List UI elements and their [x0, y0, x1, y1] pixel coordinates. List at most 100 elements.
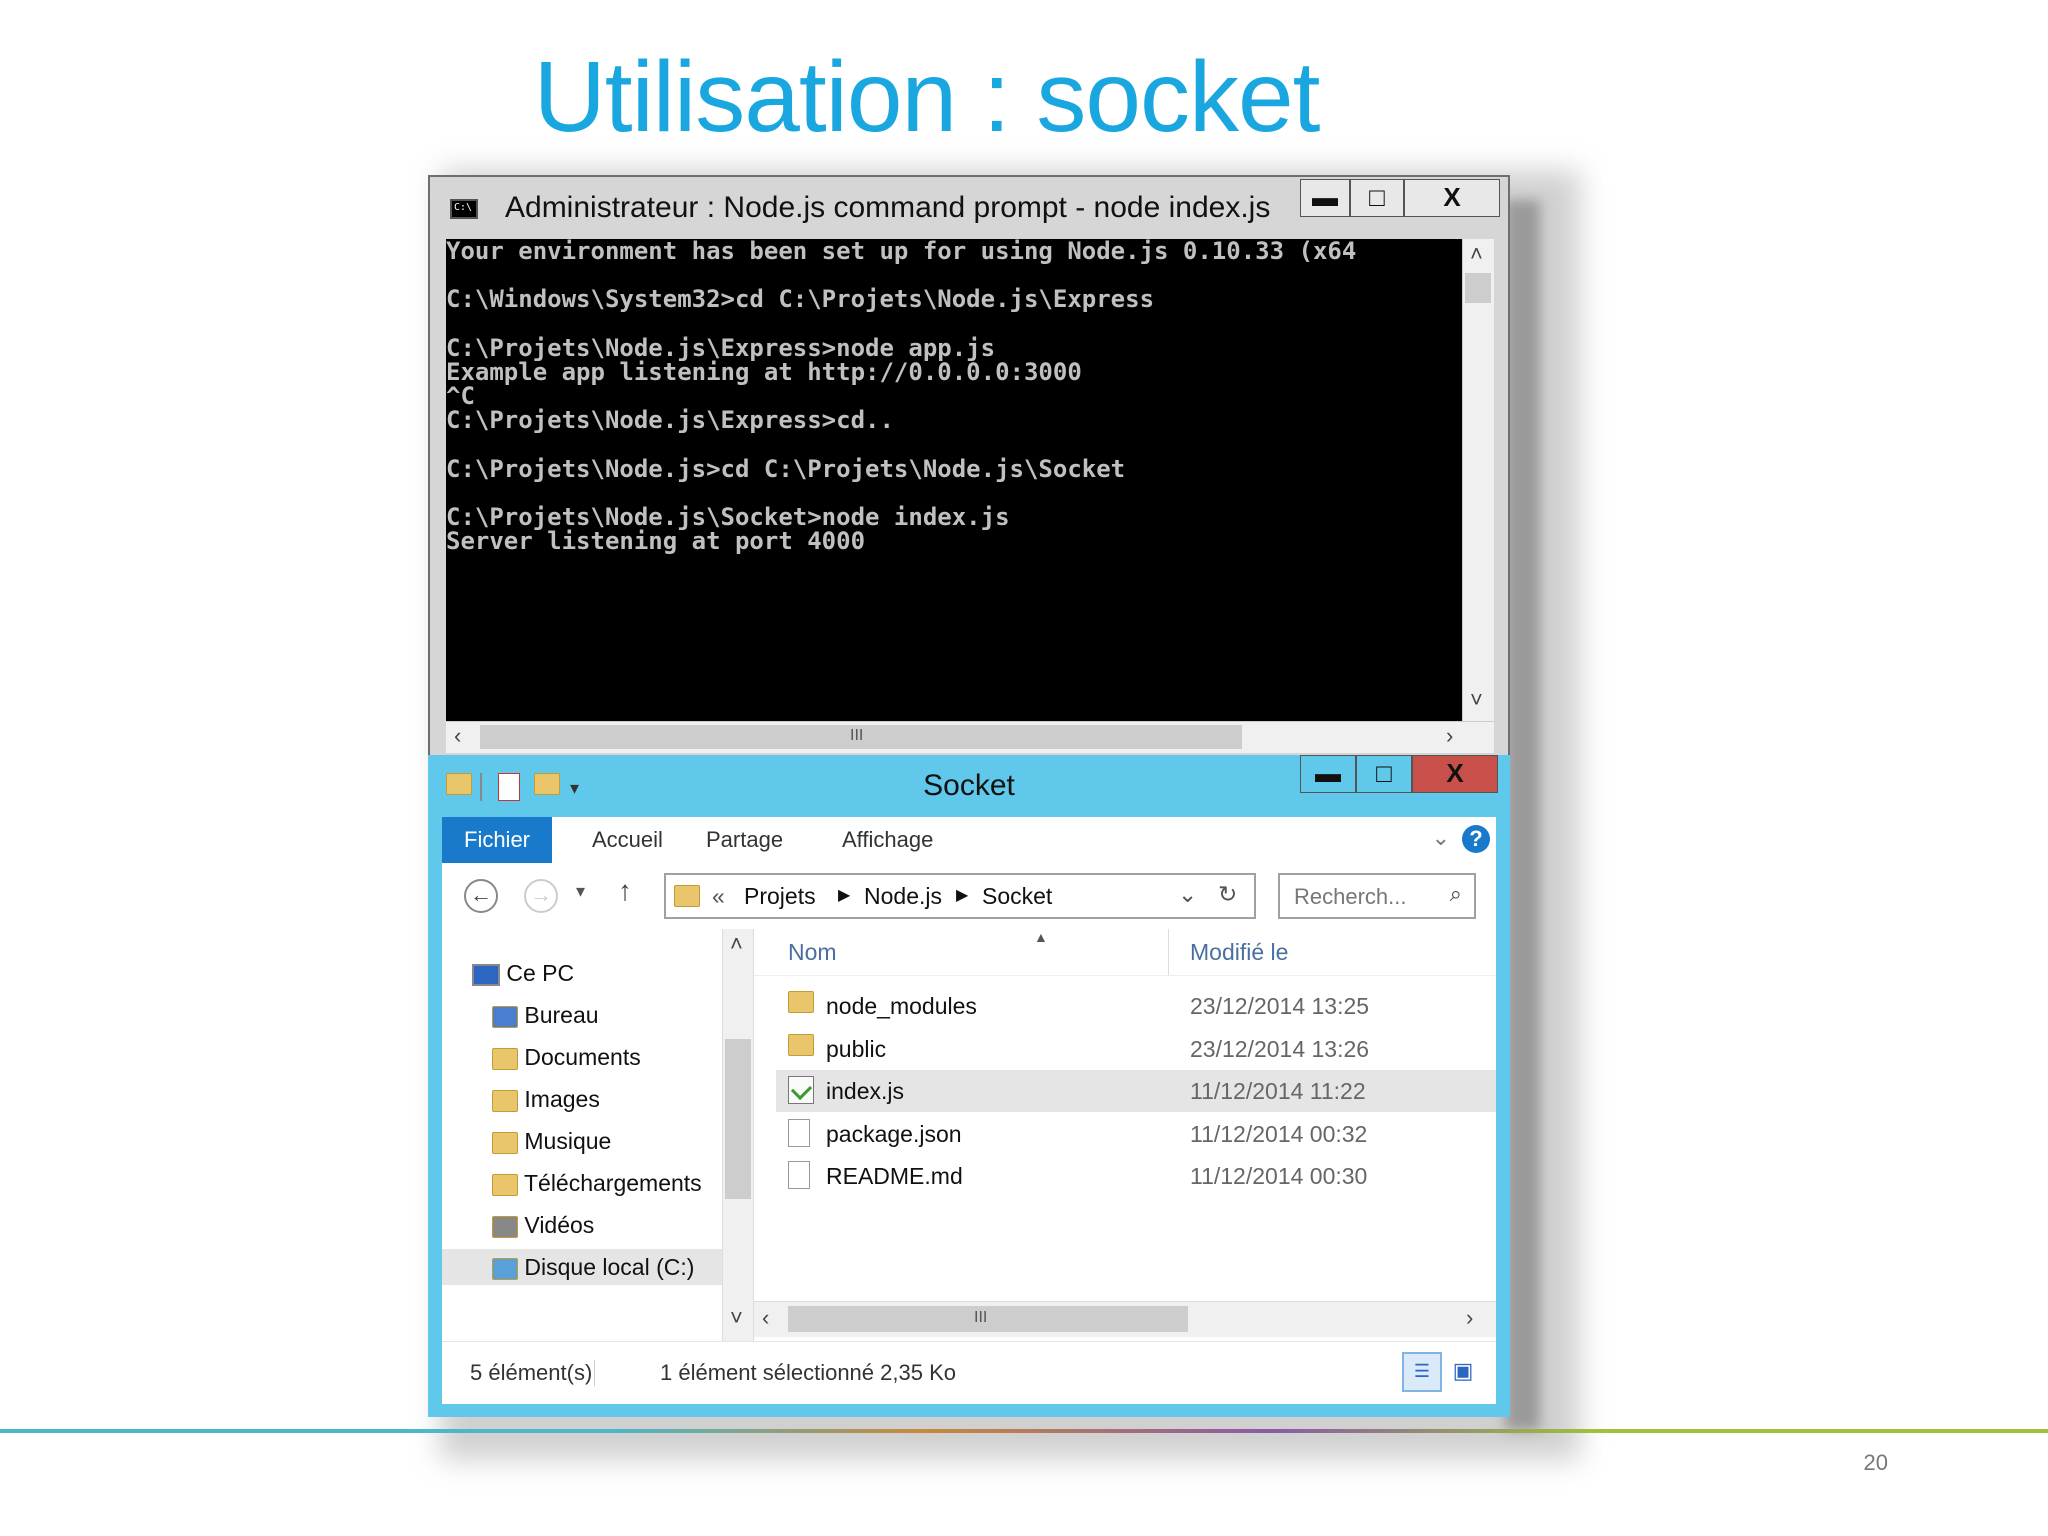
nav-item-label: Bureau: [524, 1002, 599, 1028]
cmd-console-output[interactable]: Your environment has been set up for usi…: [446, 239, 1462, 721]
cmd-titlebar[interactable]: C:\ Administrateur : Node.js command pro…: [430, 177, 1508, 239]
file-row[interactable]: package.json 11/12/2014 00:32: [776, 1113, 1496, 1155]
scroll-down-icon[interactable]: ˅: [1470, 687, 1483, 713]
nav-item-images[interactable]: Images: [492, 1081, 600, 1117]
folder-icon: [788, 991, 814, 1013]
search-icon[interactable]: ⌕: [1450, 881, 1462, 907]
slide-title: Utilisation : socket: [533, 41, 1321, 153]
breadcrumb-overflow[interactable]: «: [712, 883, 725, 910]
file-row[interactable]: index.js 11/12/2014 11:22: [776, 1070, 1496, 1112]
file-name: README.md: [826, 1163, 963, 1189]
scroll-left-icon[interactable]: ‹: [762, 1305, 769, 1331]
back-button[interactable]: ←: [464, 879, 498, 913]
status-selection: 1 élément sélectionné 2,35 Ko: [660, 1360, 956, 1385]
breadcrumb-projets[interactable]: Projets: [744, 883, 816, 910]
computer-icon: [472, 963, 500, 986]
scroll-down-icon[interactable]: ˅: [730, 1305, 743, 1331]
file-name: package.json: [826, 1120, 962, 1147]
page-number: 20: [1863, 1450, 1888, 1475]
file-list-horizontal-scrollbar[interactable]: ‹ III ›: [754, 1301, 1496, 1337]
nav-item-label: Vidéos: [524, 1212, 595, 1238]
status-divider: [594, 1360, 595, 1386]
file-name: index.js: [826, 1078, 904, 1104]
chevron-right-icon[interactable]: ▶: [956, 885, 968, 905]
console-line: C:\Windows\System32>cd C:\Projets\Node.j…: [446, 285, 1155, 314]
cmd-vertical-scrollbar[interactable]: ˄ ˅: [1462, 239, 1494, 721]
cmd-minimize-button[interactable]: ▬: [1300, 179, 1350, 217]
tab-fichier[interactable]: Fichier: [442, 817, 553, 863]
explorer-minimize-button[interactable]: ▬: [1300, 755, 1356, 793]
folder-icon: [788, 1033, 814, 1056]
cmd-horizontal-scrollbar[interactable]: ‹ III ›: [446, 721, 1494, 753]
file-list: ▲ Nom Modifié le node_modules 23/12/2014 …: [754, 929, 1496, 1301]
file-name: public: [826, 1035, 887, 1062]
ribbon-expand-icon[interactable]: ⌄: [1432, 825, 1450, 851]
nav-item-telechargements[interactable]: Téléchargements: [492, 1165, 702, 1201]
desktop-icon: [492, 1005, 518, 1028]
refresh-icon[interactable]: ↻: [1218, 881, 1237, 908]
grip-icon: III: [850, 727, 864, 744]
file-row[interactable]: public 23/12/2014 13:26: [776, 1028, 1496, 1070]
chevron-down-icon[interactable]: ⌄: [1178, 881, 1197, 908]
explorer-close-button[interactable]: X: [1412, 755, 1498, 793]
help-icon[interactable]: ?: [1462, 825, 1490, 853]
nav-item-videos[interactable]: Vidéos: [492, 1207, 594, 1243]
scroll-right-icon[interactable]: ›: [1446, 723, 1453, 749]
breadcrumb-socket[interactable]: Socket: [982, 883, 1052, 910]
cmd-maximize-button[interactable]: □: [1350, 179, 1404, 217]
nav-item-label: Images: [524, 1086, 600, 1112]
slide-divider: [0, 1429, 2048, 1433]
navigation-pane: Ce PC Bureau Documents Images Musique Té…: [442, 929, 722, 1341]
details-view-icon[interactable]: ☰: [1402, 1352, 1442, 1392]
address-bar[interactable]: « Projets ▶ Node.js ▶ Socket ⌄ ↻: [664, 873, 1256, 919]
file-modified: 11/12/2014 00:32: [1190, 1120, 1368, 1147]
scroll-up-icon[interactable]: ˄: [730, 931, 743, 957]
cmd-vscroll-thumb[interactable]: [1465, 273, 1491, 303]
file-modified: 11/12/2014 00:30: [1190, 1163, 1368, 1189]
cmd-hscroll-thumb[interactable]: III: [480, 725, 1242, 749]
file-row[interactable]: node_modules 23/12/2014 13:25: [776, 985, 1496, 1027]
tab-partage[interactable]: Partage: [678, 817, 811, 863]
breadcrumb-nodejs[interactable]: Node.js: [864, 883, 942, 910]
file-modified: 11/12/2014 11:22: [1190, 1078, 1366, 1104]
explorer-maximize-button[interactable]: □: [1356, 755, 1412, 793]
column-header-name[interactable]: Nom: [788, 939, 837, 966]
file-hscroll-thumb[interactable]: III: [788, 1306, 1188, 1332]
tab-affichage[interactable]: Affichage: [814, 817, 961, 863]
forward-button[interactable]: →: [524, 879, 558, 913]
console-line: C:\Projets\Node.js\Express>node app.js: [446, 333, 996, 362]
file-name: node_modules: [826, 993, 977, 1019]
nav-pane-scrollbar[interactable]: ˄ ˅: [722, 929, 754, 1341]
folder-icon: [674, 885, 700, 907]
cmd-close-button[interactable]: X: [1404, 179, 1500, 217]
explorer-window: ▾ Socket ▬ □ X Fichier Accueil Partage A…: [428, 755, 1510, 1417]
column-divider[interactable]: [1168, 929, 1169, 975]
scroll-right-icon[interactable]: ›: [1466, 1305, 1473, 1331]
column-header-modified[interactable]: Modifié le: [1190, 939, 1288, 966]
console-line: C:\Projets\Node.js\Express>cd..: [446, 406, 894, 435]
up-arrow-icon[interactable]: ↑: [618, 875, 632, 907]
file-modified: 23/12/2014 13:26: [1190, 1035, 1370, 1062]
console-line: ^C: [446, 382, 475, 411]
nav-item-ce-pc[interactable]: Ce PC: [472, 955, 574, 991]
nav-item-disque-local[interactable]: Disque local (C:): [442, 1249, 722, 1285]
nav-item-documents[interactable]: Documents: [492, 1039, 641, 1075]
nav-scroll-thumb[interactable]: [725, 1039, 751, 1199]
cmd-window-title: Administrateur : Node.js command prompt …: [505, 191, 1271, 224]
window-shadow-edge: [1505, 200, 1540, 1430]
console-line: C:\Projets\Node.js\Socket>node index.js: [446, 503, 1010, 532]
tab-accueil[interactable]: Accueil: [564, 817, 691, 863]
file-row[interactable]: README.md 11/12/2014 00:30: [776, 1155, 1496, 1197]
scroll-left-icon[interactable]: ‹: [454, 723, 461, 749]
search-input[interactable]: Recherch... ⌕: [1278, 873, 1476, 919]
nav-item-label: Téléchargements: [523, 1170, 702, 1196]
explorer-titlebar[interactable]: ▾ Socket ▬ □ X: [428, 755, 1510, 817]
ribbon-tabs: Fichier Accueil Partage Affichage ⌄ ?: [442, 817, 1496, 864]
recent-locations-icon[interactable]: ▾: [576, 881, 585, 902]
nav-item-bureau[interactable]: Bureau: [492, 997, 599, 1033]
chevron-right-icon[interactable]: ▶: [838, 885, 850, 905]
nav-item-musique[interactable]: Musique: [492, 1123, 611, 1159]
scroll-up-icon[interactable]: ˄: [1470, 241, 1483, 267]
large-icons-view-icon[interactable]: ▣: [1446, 1354, 1480, 1388]
